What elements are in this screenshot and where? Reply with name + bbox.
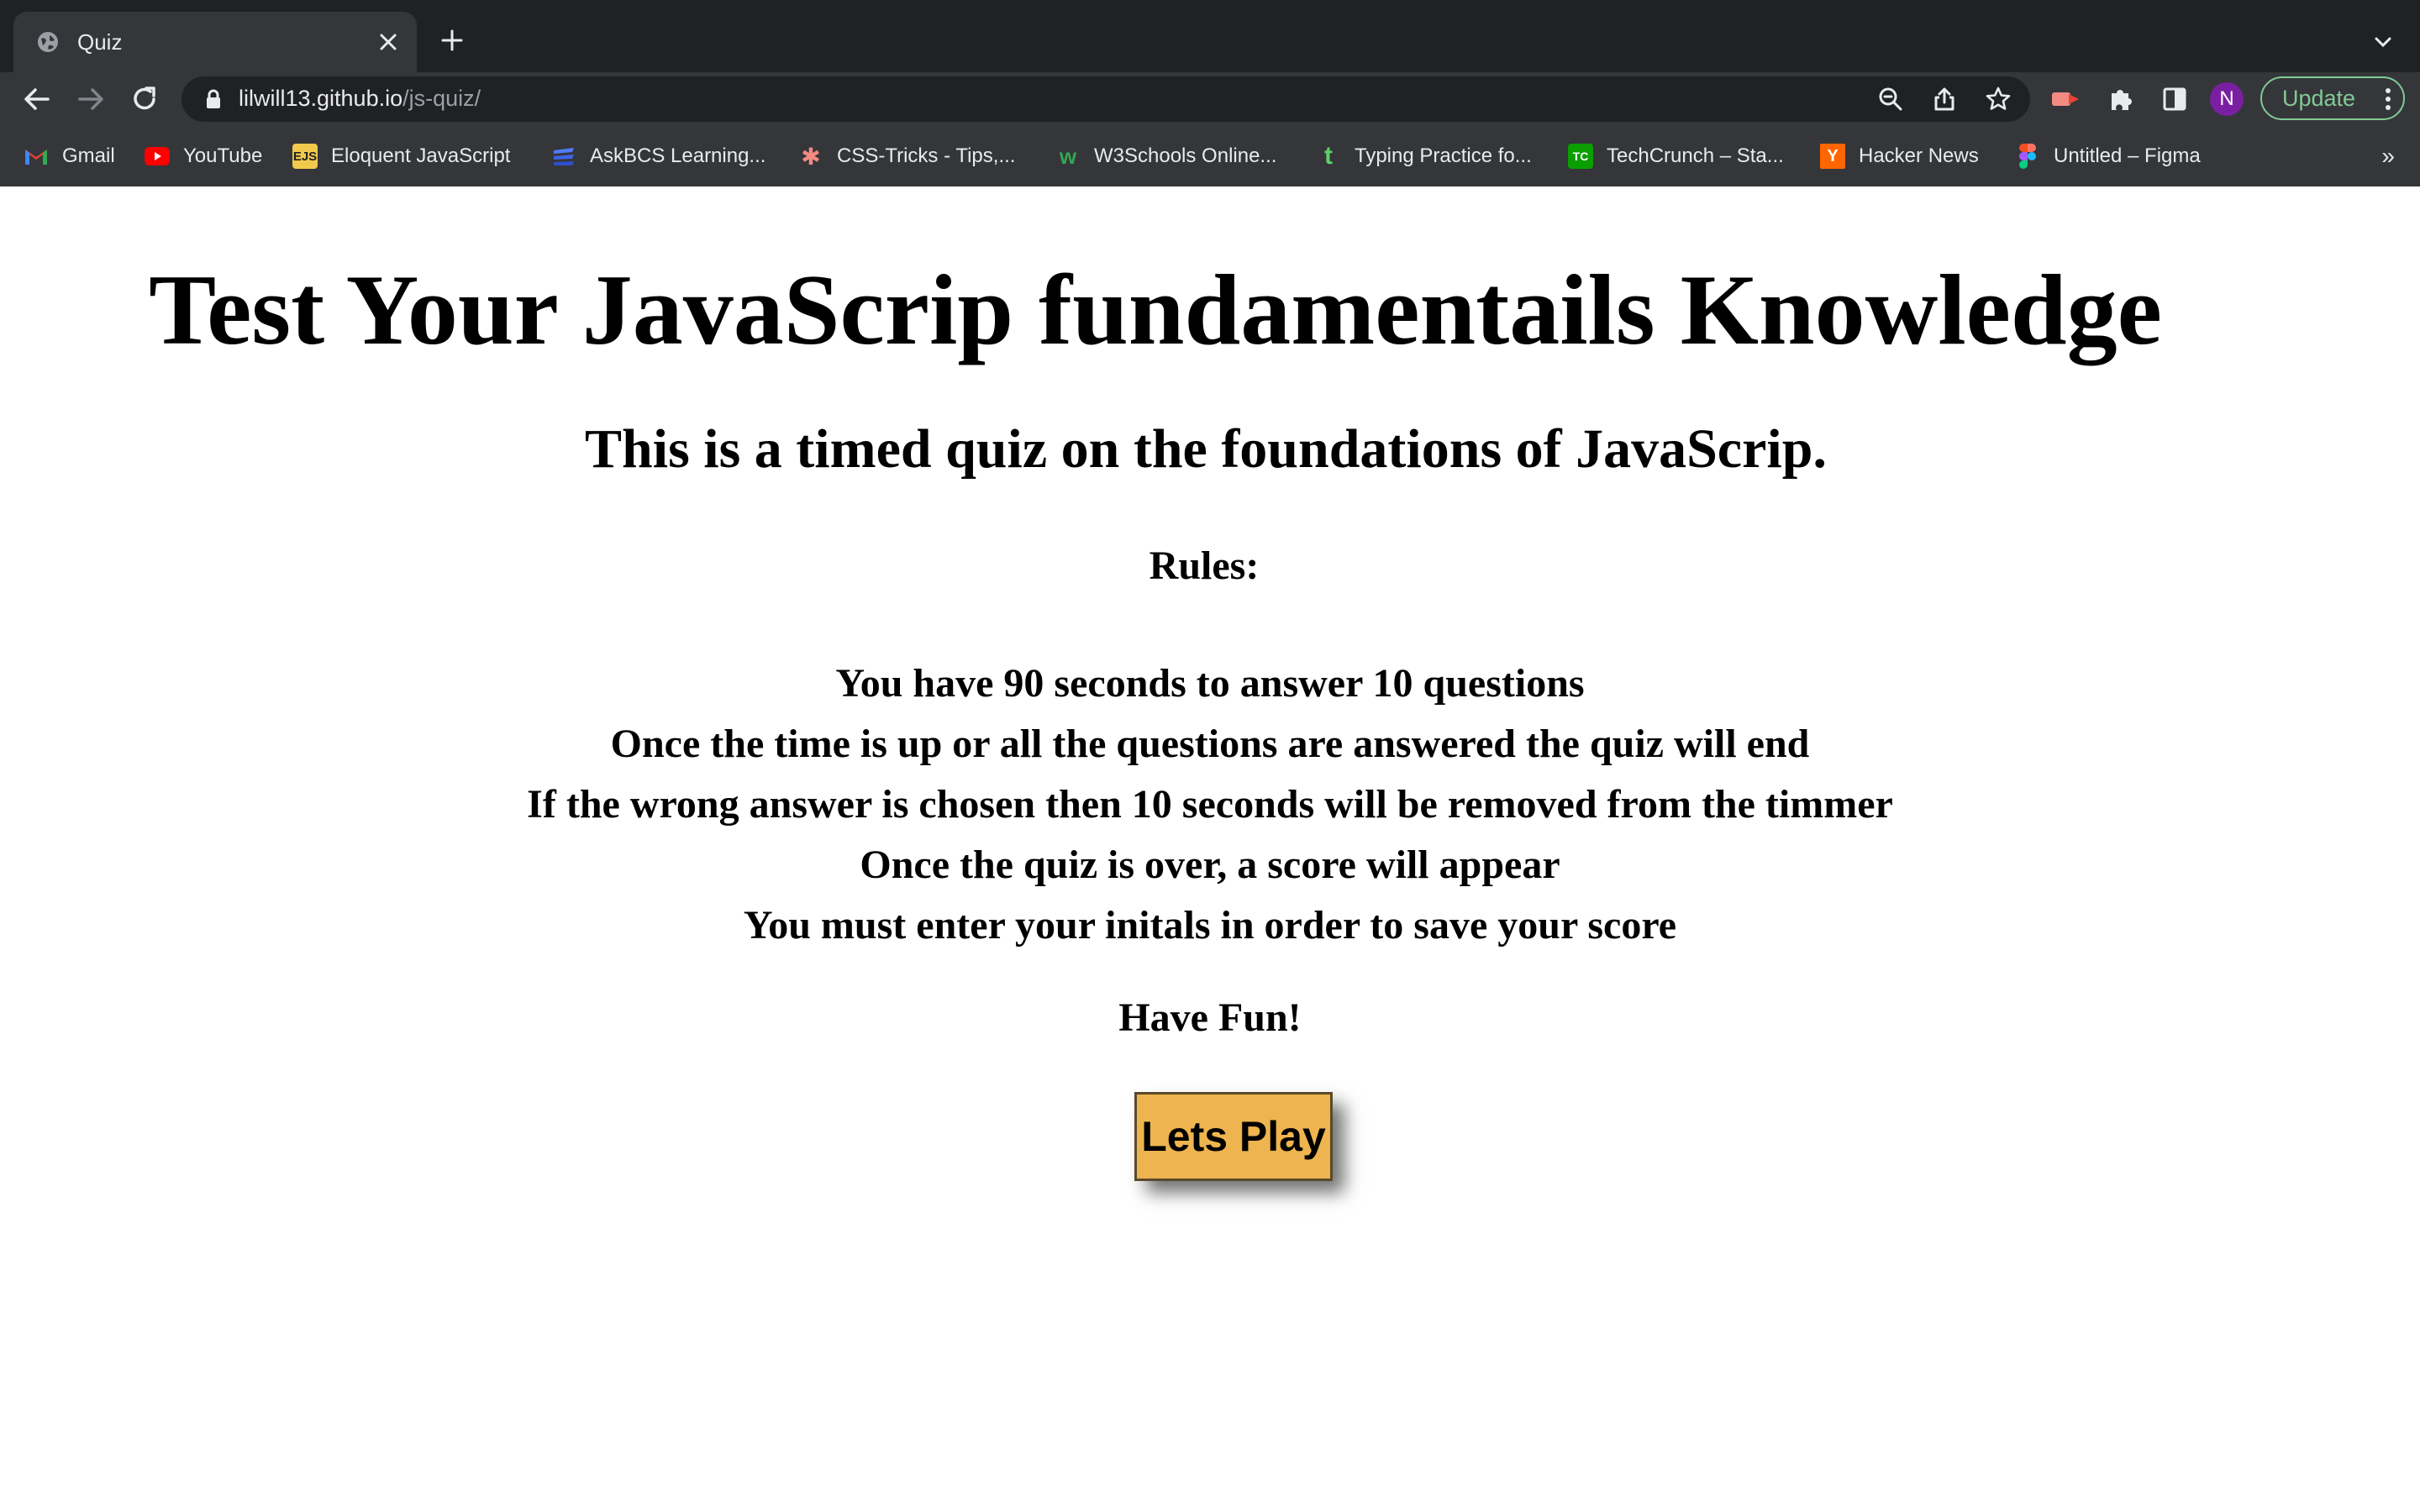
rule-item: Once the time is up or all the questions… (610, 722, 1810, 766)
tab-strip: Quiz (0, 0, 2420, 72)
url-path: /js-quiz/ (402, 86, 481, 111)
page-content: Test Your JavaScrip fundamentails Knowle… (0, 186, 2420, 1512)
url-text[interactable]: lilwill13.github.io/js-quiz/ (239, 86, 481, 112)
bookmark-techcrunch[interactable]: TC TechCrunch – Sta... (1568, 141, 1784, 171)
address-bar[interactable]: lilwill13.github.io/js-quiz/ (182, 76, 2030, 122)
bookmark-gmail[interactable]: Gmail (24, 141, 115, 171)
rules-list: You have 90 seconds to answer 10 questio… (0, 654, 2420, 956)
back-arrow-icon[interactable] (15, 77, 59, 121)
share-icon[interactable] (1929, 84, 1960, 114)
zoom-icon[interactable] (1876, 84, 1906, 114)
bookmark-label: W3Schools Online... (1094, 144, 1277, 167)
bookmark-typing-practice[interactable]: t Typing Practice fo... (1316, 141, 1532, 171)
puzzle-icon[interactable] (2104, 82, 2138, 116)
ejs-icon: EJS (292, 144, 318, 169)
rule-item: Once the quiz is over, a score will appe… (860, 843, 1560, 887)
bookmark-hacker-news[interactable]: Y Hacker News (1820, 141, 1979, 171)
bookmark-label: TechCrunch – Sta... (1607, 144, 1784, 167)
bookmark-label: Untitled – Figma (2054, 144, 2201, 167)
rule-item: If the wrong answer is chosen then 10 se… (527, 782, 1893, 827)
chevron-down-icon[interactable] (2366, 25, 2400, 59)
closing-text: Have Fun! (1118, 995, 1302, 1040)
side-panel-icon[interactable] (2158, 82, 2191, 116)
bookmarks-bar: Gmail YouTube EJS Eloquent JavaScript As… (0, 126, 2420, 187)
bookmark-label: YouTube (183, 144, 263, 167)
bookmark-css-tricks[interactable]: ✱ CSS-Tricks - Tips,... (798, 141, 1015, 171)
bookmark-figma[interactable]: Untitled – Figma (2015, 141, 2201, 171)
lock-icon[interactable] (202, 87, 225, 111)
techcrunch-icon: TC (1568, 144, 1593, 169)
css-tricks-icon: ✱ (801, 143, 821, 170)
rule-item: You must enter your initals in order to … (743, 903, 1677, 948)
bookmark-label: AskBCS Learning... (590, 144, 766, 167)
bookmark-w3schools[interactable]: w W3Schools Online... (1055, 141, 1277, 171)
bookmark-star-icon[interactable] (1983, 84, 2013, 114)
more-bookmarks-icon[interactable]: » (2381, 143, 2395, 170)
hacker-news-icon: Y (1820, 144, 1845, 169)
bookmark-eloquent-javascript[interactable]: EJS Eloquent JavaScript (292, 141, 510, 171)
rule-item: You have 90 seconds to answer 10 questio… (835, 661, 1585, 706)
bookmark-label: CSS-Tricks - Tips,... (837, 144, 1016, 167)
bookmark-label: Gmail (62, 144, 115, 167)
tab-title: Quiz (77, 29, 123, 55)
kebab-menu-icon[interactable] (2385, 87, 2391, 118)
update-label: Update (2282, 85, 2356, 111)
page-title: Test Your JavaScrip fundamentails Knowle… (149, 254, 2162, 365)
close-tab-icon[interactable] (371, 25, 405, 59)
url-host: lilwill13.github.io (239, 86, 403, 111)
w3schools-icon: w (1059, 143, 1077, 169)
browser-toolbar: lilwill13.github.io/js-quiz/ N Update (0, 72, 2420, 126)
new-tab-icon[interactable] (435, 24, 469, 57)
bookmark-label: Typing Practice fo... (1355, 144, 1532, 167)
gmail-icon (24, 144, 49, 169)
bookmark-askbcs[interactable]: AskBCS Learning... (551, 141, 765, 171)
tab-quiz[interactable]: Quiz (13, 12, 417, 72)
profile-avatar[interactable]: N (2210, 82, 2244, 116)
reload-icon[interactable] (123, 77, 166, 121)
typing-icon: t (1324, 142, 1333, 170)
globe-icon (35, 29, 60, 55)
bookmark-youtube[interactable]: YouTube (145, 141, 262, 171)
forward-arrow-icon[interactable] (69, 77, 113, 121)
youtube-icon (145, 144, 170, 169)
bookmark-label: Hacker News (1859, 144, 1979, 167)
rules-heading: Rules: (1149, 543, 1260, 588)
askbcs-icon (551, 144, 576, 169)
lets-play-button[interactable]: Lets Play (1134, 1092, 1333, 1181)
update-button[interactable]: Update (2260, 76, 2405, 120)
extension-icon[interactable] (2049, 82, 2082, 116)
bookmark-label: Eloquent JavaScript (331, 144, 511, 167)
page-subtitle: This is a timed quiz on the foundations … (585, 418, 1827, 480)
figma-icon (2015, 144, 2040, 169)
